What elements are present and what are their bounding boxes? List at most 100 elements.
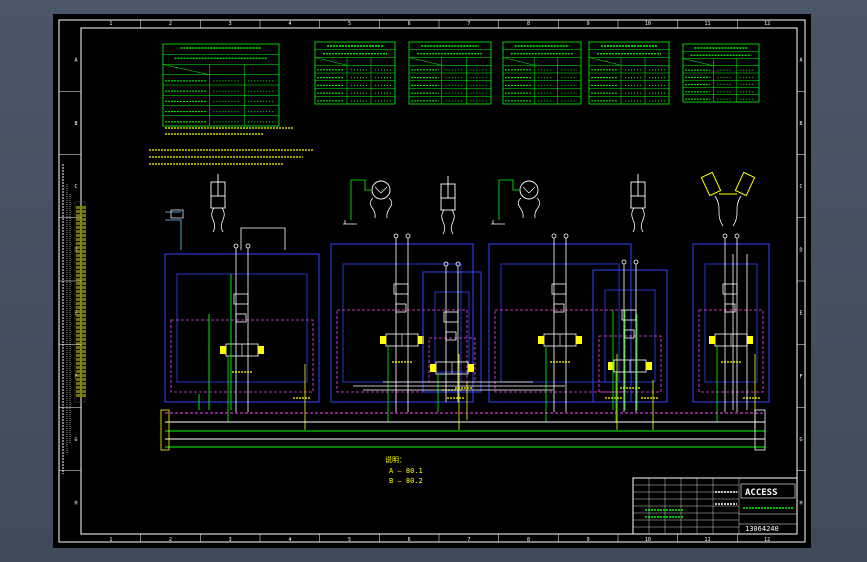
grid-column-label: 1 — [109, 537, 112, 543]
section-block-boundary — [692, 243, 770, 403]
grid-row-label: H — [799, 500, 802, 506]
grid-column-label: 12 — [764, 21, 770, 27]
grid-column-label: 2 — [169, 21, 172, 27]
section-block-boundary — [330, 243, 474, 403]
grid-column-label: 10 — [645, 21, 651, 27]
grid-column-label: 5 — [348, 537, 351, 543]
table-diagonal — [588, 57, 622, 66]
grid-row-label: A — [799, 58, 802, 64]
grid-column-label: 7 — [467, 537, 470, 543]
solenoid-b — [646, 362, 652, 370]
hose — [714, 195, 724, 227]
hose — [450, 209, 455, 235]
pilot-line-box — [494, 309, 626, 393]
hose — [732, 195, 742, 227]
inner-block-boundary — [176, 273, 308, 383]
grid-row-label: G — [799, 437, 802, 443]
grid-column-label: 5 — [348, 21, 351, 27]
motor-arrow — [374, 186, 388, 194]
inner-block-boundary — [500, 263, 620, 383]
pressure-valve — [724, 303, 736, 313]
hose — [534, 197, 541, 219]
cylinder-left — [700, 171, 722, 197]
grid-row-label: C — [74, 184, 77, 190]
grid-column-label: 4 — [288, 537, 291, 543]
grid-column-labels: 112233445566778899101011111212 — [109, 20, 770, 543]
spec-table — [502, 41, 582, 105]
grid-column-label: 1 — [109, 21, 112, 27]
cylinder-right — [734, 171, 756, 197]
port-a — [621, 259, 627, 265]
port-b — [245, 243, 251, 249]
solenoid-b — [576, 336, 582, 344]
grid-column-label: 3 — [229, 21, 232, 27]
vertical-notes-block — [74, 201, 86, 403]
grid-column-label: 2 — [169, 537, 172, 543]
port-b — [563, 233, 569, 239]
grid-column-label: 9 — [587, 21, 590, 27]
table-diagonal — [314, 57, 348, 66]
title-block: ACCESS 13064240 — [632, 477, 798, 535]
port-a — [393, 233, 399, 239]
hydraulic-circuit — [164, 171, 770, 430]
port-a — [722, 233, 728, 239]
port-b — [633, 259, 639, 265]
port-b — [405, 233, 411, 239]
cad-viewport[interactable]: 1 1 2 2 3 3 4 4 5 5 6 6 7 7 8 8 9 9 10 10 11 11 12 12 AABBCCDDE… — [0, 0, 867, 562]
pressure-valve — [553, 303, 565, 313]
solenoid-b — [468, 364, 474, 372]
grid-column-label: 9 — [587, 537, 590, 543]
spec-table — [682, 43, 760, 103]
grid-column-label: 3 — [229, 537, 232, 543]
grid-column-label: 8 — [527, 537, 530, 543]
circuit-section — [164, 174, 320, 430]
hose — [640, 207, 645, 233]
general-notes — [149, 127, 313, 165]
legend-line-b: B — 80.2 — [389, 477, 423, 485]
grid-row-label: F — [799, 374, 802, 380]
circuit-section — [488, 179, 632, 430]
grid-column-label: 12 — [764, 537, 770, 543]
solenoid-a — [709, 336, 715, 344]
pressure-valve — [445, 331, 457, 341]
solenoid-a — [220, 346, 226, 354]
port-a — [551, 233, 557, 239]
hose — [517, 197, 524, 219]
circuit-section — [422, 176, 482, 420]
inner-block-boundary — [342, 263, 462, 383]
table-diagonal — [408, 57, 442, 66]
grid-row-label: B — [799, 121, 802, 127]
motor-drain — [499, 179, 520, 191]
port-b — [734, 233, 740, 239]
hose — [386, 197, 393, 219]
specification-tables — [162, 41, 760, 127]
solenoid-a — [430, 364, 436, 372]
grid-row-label: D — [799, 247, 802, 253]
hose — [211, 207, 216, 233]
solenoid-a — [538, 336, 544, 344]
white-link — [732, 254, 748, 410]
left-side-note — [62, 164, 71, 474]
grid-row-label: C — [799, 184, 802, 190]
grid-column-label: 10 — [645, 537, 651, 543]
hose — [220, 207, 225, 233]
solenoid-b — [747, 336, 753, 344]
grid-column-label: 6 — [408, 537, 411, 543]
tank-symbol — [491, 220, 505, 225]
spec-table — [588, 41, 670, 105]
supply-return-lines — [160, 409, 766, 451]
hose — [441, 209, 446, 235]
hose — [369, 197, 376, 219]
legend-heading: 说明： — [385, 455, 406, 464]
pressure-gauge — [170, 209, 184, 219]
interconnect-lines — [165, 209, 748, 410]
pressure-valve — [395, 303, 407, 313]
grid-row-label: H — [74, 500, 77, 506]
grid-row-label: G — [74, 437, 77, 443]
legend: 说明： A — 80.1 B — 80.2 — [385, 455, 423, 485]
drawing-sheet[interactable]: 1 1 2 2 3 3 4 4 5 5 6 6 7 7 8 8 9 9 10 10 11 11 12 12 AABBCCDDE… — [53, 14, 811, 548]
legend-line-a: A — 80.1 — [389, 467, 423, 475]
table-diagonal — [502, 57, 535, 66]
grid-row-label: A — [74, 58, 77, 64]
spec-table — [162, 43, 280, 127]
